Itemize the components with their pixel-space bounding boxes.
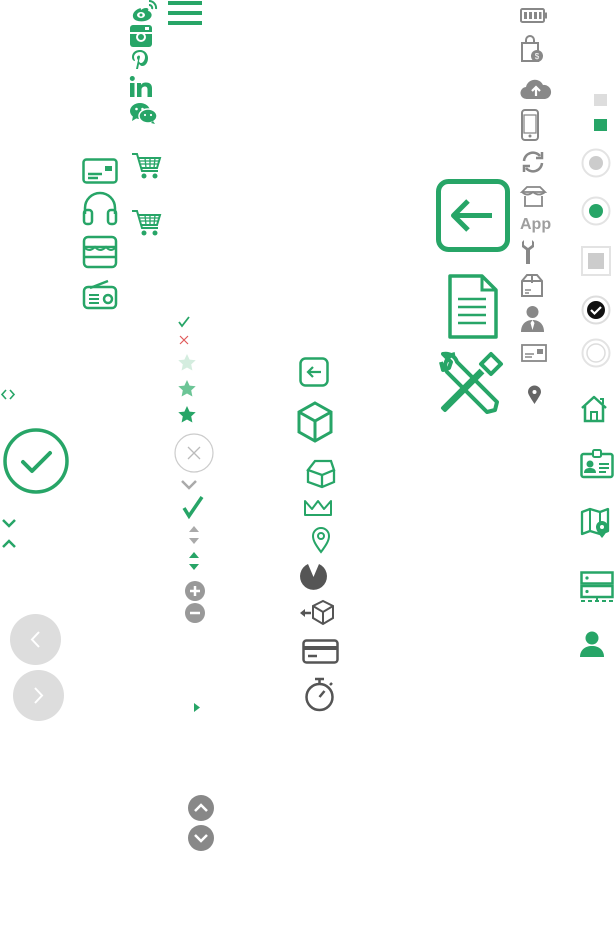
radio-button-icon[interactable] <box>581 338 611 368</box>
svg-text:$: $ <box>535 52 540 61</box>
user-silhouette-icon <box>520 305 545 332</box>
store-icon[interactable] <box>82 235 118 269</box>
shopping-cart-icon[interactable] <box>131 209 162 238</box>
pie-chart-icon[interactable] <box>299 561 328 591</box>
return-package-icon[interactable] <box>299 599 335 627</box>
battery-icon <box>520 8 548 23</box>
minus-circle-icon[interactable] <box>185 603 205 623</box>
checkbox-icon[interactable] <box>594 94 607 106</box>
server-icon <box>580 571 614 603</box>
pavilion-icon <box>519 186 548 207</box>
hamburger-menu-icon[interactable] <box>168 1 202 25</box>
app-label: App <box>520 216 552 233</box>
close-icon[interactable] <box>179 335 189 345</box>
location-pin-icon[interactable] <box>311 527 331 554</box>
headphones-icon[interactable] <box>82 191 118 226</box>
back-arrow-large-icon[interactable] <box>436 179 510 252</box>
smartphone-icon <box>521 109 539 141</box>
home-icon[interactable] <box>580 395 608 423</box>
package-box-icon <box>520 274 544 298</box>
stopwatch-icon[interactable] <box>304 677 335 712</box>
code-brackets-icon <box>0 389 16 400</box>
package-icon[interactable] <box>305 459 336 489</box>
radio-button-icon[interactable] <box>581 148 611 178</box>
wrench-icon[interactable] <box>522 239 534 265</box>
radio-button-icon[interactable] <box>581 196 611 226</box>
check-circle-icon[interactable] <box>581 295 611 325</box>
cube-icon[interactable] <box>297 401 333 443</box>
weibo-icon[interactable] <box>130 0 158 22</box>
star-icon[interactable] <box>178 380 196 397</box>
id-card-icon <box>521 344 547 362</box>
map-pin-icon[interactable] <box>528 385 541 404</box>
tools-icon[interactable] <box>439 350 505 414</box>
user-icon[interactable] <box>580 631 604 657</box>
document-icon[interactable] <box>448 274 498 339</box>
credit-card-icon[interactable] <box>302 639 339 664</box>
chevron-up-icon[interactable] <box>1 539 17 549</box>
instagram-icon[interactable] <box>130 25 152 47</box>
chevron-down-icon[interactable] <box>1 518 17 528</box>
wechat-icon[interactable] <box>130 103 158 124</box>
shopping-bag-icon[interactable]: $ <box>520 35 544 63</box>
linkedin-icon[interactable] <box>129 76 152 97</box>
chevron-up-circle-icon[interactable] <box>188 795 214 821</box>
checkbox-icon[interactable] <box>594 119 607 131</box>
check-icon <box>178 316 190 328</box>
id-card-icon[interactable] <box>82 158 118 184</box>
sort-icon[interactable] <box>189 552 199 570</box>
star-icon[interactable] <box>178 354 196 371</box>
exit-arrow-icon[interactable] <box>299 357 329 387</box>
caret-right-icon[interactable] <box>194 703 200 712</box>
chevron-left-button-icon[interactable] <box>10 614 61 665</box>
badge-icon <box>580 449 614 479</box>
plus-circle-icon[interactable] <box>185 581 205 601</box>
cloud-upload-icon[interactable] <box>520 77 552 101</box>
pinterest-icon[interactable] <box>131 49 149 71</box>
checkmark-icon <box>182 496 204 520</box>
refresh-icon[interactable] <box>521 151 545 173</box>
shopping-cart-icon[interactable] <box>131 152 162 181</box>
check-circle-icon[interactable] <box>3 428 69 494</box>
close-circle-icon[interactable] <box>174 433 214 473</box>
sort-icon[interactable] <box>189 526 199 544</box>
chevron-down-icon[interactable] <box>180 479 198 490</box>
chevron-right-button-icon[interactable] <box>13 670 64 721</box>
map-icon[interactable] <box>580 507 610 539</box>
checkbox-icon[interactable] <box>581 246 611 276</box>
crown-icon[interactable] <box>303 499 333 517</box>
star-icon[interactable] <box>178 406 196 423</box>
radio-icon[interactable] <box>82 279 118 310</box>
chevron-down-circle-icon[interactable] <box>188 825 214 851</box>
